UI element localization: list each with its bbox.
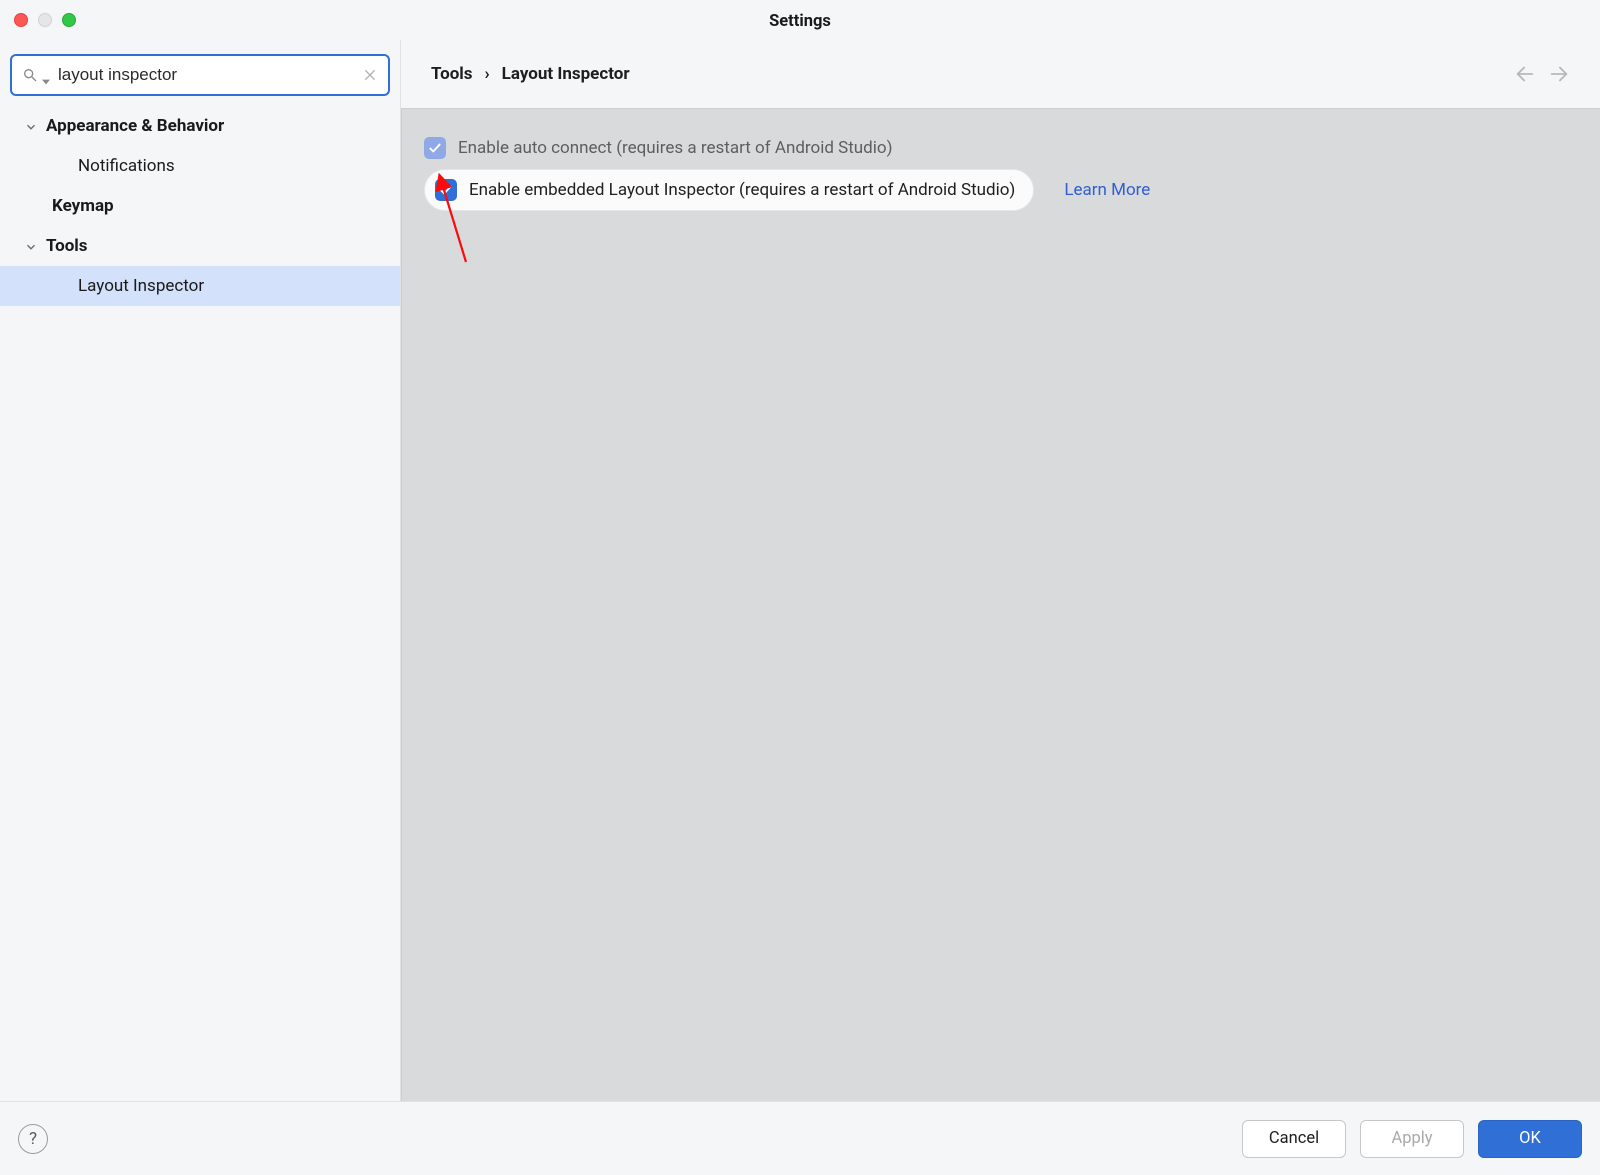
sidebar-item-tools[interactable]: Tools <box>0 226 400 266</box>
ok-button[interactable]: OK <box>1478 1120 1582 1158</box>
content: Tools › Layout Inspector Enable auto con… <box>401 40 1600 1101</box>
search-box[interactable] <box>10 54 390 96</box>
close-window-button[interactable] <box>14 13 28 27</box>
chevron-right-icon: › <box>485 64 490 84</box>
cancel-button[interactable]: Cancel <box>1242 1120 1346 1158</box>
sidebar-item-label: Layout Inspector <box>78 276 204 296</box>
sidebar-item-label: Tools <box>46 236 88 256</box>
auto-connect-label: Enable auto connect (requires a restart … <box>458 138 893 158</box>
search-icon <box>22 67 38 83</box>
footer: ? Cancel Apply OK <box>0 1101 1600 1175</box>
back-button[interactable] <box>1514 63 1536 85</box>
sidebar-item-label: Keymap <box>52 196 114 216</box>
sidebar-item-notifications[interactable]: Notifications <box>0 146 400 186</box>
minimize-window-button[interactable] <box>38 13 52 27</box>
chevron-down-icon <box>24 119 38 133</box>
apply-button[interactable]: Apply <box>1360 1120 1464 1158</box>
titlebar: Settings <box>0 0 1600 40</box>
sidebar: Appearance & Behavior Notifications Keym… <box>0 40 401 1101</box>
content-body: Enable auto connect (requires a restart … <box>401 108 1600 1101</box>
content-header: Tools › Layout Inspector <box>401 40 1600 108</box>
search-caret-icon[interactable] <box>42 71 50 79</box>
option-embedded-inspector: Enable embedded Layout Inspector (requir… <box>424 169 1578 211</box>
window-controls <box>14 13 76 27</box>
chevron-down-icon <box>24 239 38 253</box>
help-button[interactable]: ? <box>18 1124 48 1154</box>
embedded-inspector-checkbox[interactable] <box>435 179 457 201</box>
main-area: Appearance & Behavior Notifications Keym… <box>0 40 1600 1101</box>
window-title: Settings <box>769 12 831 31</box>
sidebar-item-keymap[interactable]: Keymap <box>0 186 400 226</box>
sidebar-item-appearance-behavior[interactable]: Appearance & Behavior <box>0 106 400 146</box>
breadcrumb-current: Layout Inspector <box>502 64 630 84</box>
forward-button[interactable] <box>1548 63 1570 85</box>
embedded-inspector-label: Enable embedded Layout Inspector (requir… <box>469 180 1015 200</box>
clear-search-button[interactable] <box>362 67 378 83</box>
sidebar-item-layout-inspector[interactable]: Layout Inspector <box>0 266 400 306</box>
search-input[interactable] <box>58 65 362 85</box>
nav-arrows <box>1514 63 1570 85</box>
sidebar-item-label: Appearance & Behavior <box>46 116 224 136</box>
breadcrumb-parent[interactable]: Tools <box>431 64 473 84</box>
option-auto-connect: Enable auto connect (requires a restart … <box>424 127 1578 169</box>
sidebar-item-label: Notifications <box>78 156 175 176</box>
settings-tree: Appearance & Behavior Notifications Keym… <box>0 106 400 306</box>
maximize-window-button[interactable] <box>62 13 76 27</box>
learn-more-link[interactable]: Learn More <box>1064 180 1150 200</box>
breadcrumb: Tools › Layout Inspector <box>431 64 630 84</box>
auto-connect-checkbox[interactable] <box>424 137 446 159</box>
